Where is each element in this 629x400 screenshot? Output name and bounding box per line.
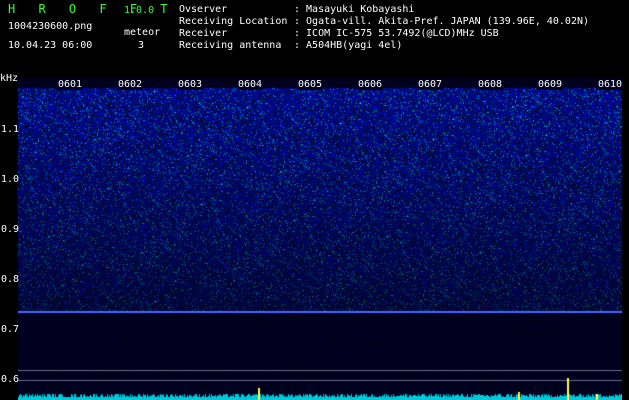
meteor-count: 3 bbox=[138, 40, 145, 51]
location-value: : Ogata-vill. Akita-Pref. JAPAN (139.96E… bbox=[294, 16, 590, 27]
x-tick-0606: 0606 bbox=[357, 79, 384, 90]
y-tick-0-8: 0.8 bbox=[1, 274, 20, 285]
app-version: 1.0.0 bbox=[124, 5, 155, 16]
file-name: 1004230600.png bbox=[8, 21, 93, 32]
date-time: 10.04.23 06:00 bbox=[8, 40, 93, 51]
x-tick-0601: 0601 bbox=[57, 79, 84, 90]
observer-value: : Masayuki Kobayashi bbox=[294, 4, 415, 15]
meteor-label: meteor bbox=[124, 27, 161, 38]
header-panel: H R O F F T 1.0.0 1004230600.png meteor … bbox=[0, 0, 629, 78]
x-tick-0607: 0607 bbox=[417, 79, 444, 90]
receiver-value: : ICOM IC-575 53.7492(@LCD)MHz USB bbox=[294, 28, 499, 39]
y-axis-unit: kHz bbox=[0, 73, 19, 84]
x-tick-0608: 0608 bbox=[477, 79, 504, 90]
y-tick-0-6: 0.6 bbox=[1, 374, 20, 385]
x-tick-0603: 0603 bbox=[177, 79, 204, 90]
x-tick-0604: 0604 bbox=[237, 79, 264, 90]
y-tick-0-7: 0.7 bbox=[1, 324, 20, 335]
location-label: Receiving Location bbox=[179, 16, 288, 27]
x-tick-0602: 0602 bbox=[117, 79, 144, 90]
receiver-label: Receiver bbox=[179, 28, 228, 39]
antenna-value: : A504HB(yagi 4el) bbox=[294, 40, 403, 51]
y-tick-1-1: 1.1 bbox=[1, 124, 20, 135]
y-tick-1-0: 1.0 bbox=[1, 174, 20, 185]
observer-label: Ovserver bbox=[179, 4, 228, 15]
antenna-label: Receiving antenna bbox=[179, 40, 282, 51]
y-tick-0-9: 0.9 bbox=[1, 224, 20, 235]
spectrogram-canvas bbox=[18, 78, 622, 400]
x-tick-0610: 0610 bbox=[597, 79, 624, 90]
x-tick-0609: 0609 bbox=[537, 79, 564, 90]
x-tick-0605: 0605 bbox=[297, 79, 324, 90]
